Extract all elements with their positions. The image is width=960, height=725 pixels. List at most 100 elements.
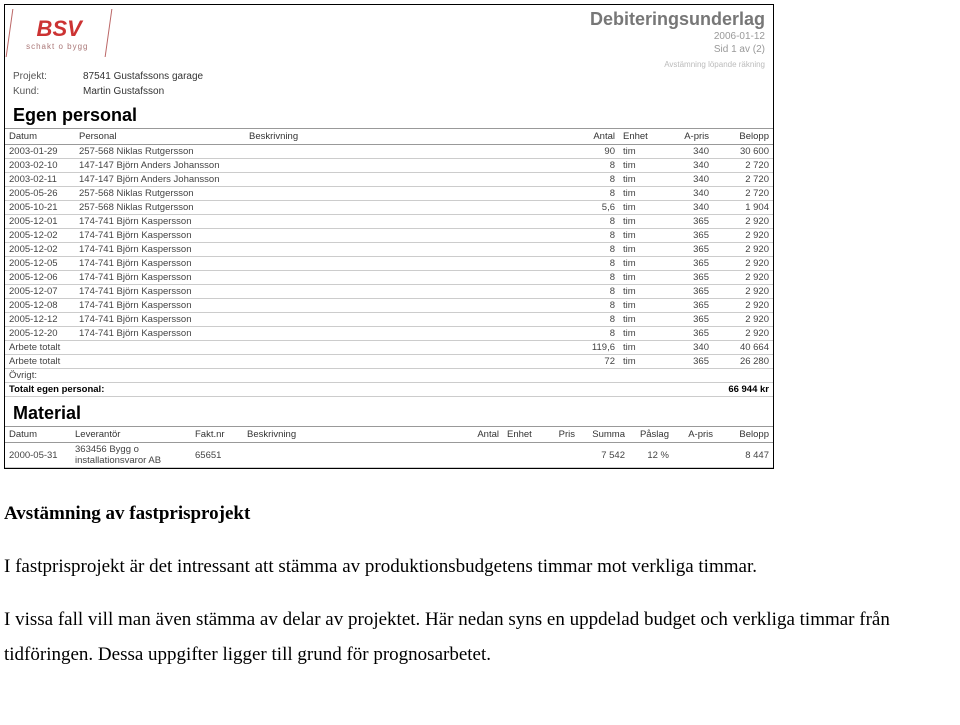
cell-summa: 7 542 xyxy=(579,443,629,468)
cell-enhet: tim xyxy=(619,243,663,257)
cell-apris: 365 xyxy=(663,215,713,229)
material-table: Datum Leverantör Fakt.nr Beskrivning Ant… xyxy=(5,426,773,468)
caption-title: Avstämning av fastprisprojekt xyxy=(4,497,924,531)
table-row: 2005-12-06174-741 Björn Kaspersson8tim36… xyxy=(5,271,773,285)
cell-faktnr: 65651 xyxy=(191,443,243,468)
cell-beskrivning xyxy=(245,299,575,313)
projekt-value: 87541 Gustafssons garage xyxy=(83,71,203,82)
table-row: 2003-01-29257-568 Niklas Rutgersson90tim… xyxy=(5,145,773,159)
subtotal-row: Arbete totalt119,6tim34040 664 xyxy=(5,341,773,355)
caption-p1: I fastprisprojekt är det intressant att … xyxy=(4,550,924,584)
grand-total-label: Totalt egen personal: xyxy=(5,383,713,397)
ovrigt-row: Övrigt: xyxy=(5,369,773,383)
mcol-apris: A-pris xyxy=(673,427,717,443)
cell-personal: 174-741 Björn Kaspersson xyxy=(75,313,245,327)
material-header-row: Datum Leverantör Fakt.nr Beskrivning Ant… xyxy=(5,427,773,443)
cell-belopp: 2 920 xyxy=(713,327,773,341)
personal-header-row: Datum Personal Beskrivning Antal Enhet A… xyxy=(5,129,773,145)
cell-enhet: tim xyxy=(619,257,663,271)
cell-belopp: 2 920 xyxy=(713,285,773,299)
cell-enhet: tim xyxy=(619,313,663,327)
subtotal-antal: 119,6 xyxy=(575,341,619,355)
mcol-beskrivning: Beskrivning xyxy=(243,427,463,443)
cell-belopp: 2 920 xyxy=(713,229,773,243)
mcol-enhet: Enhet xyxy=(503,427,543,443)
cell-apris: 365 xyxy=(663,285,713,299)
cell-beskrivning xyxy=(245,173,575,187)
table-row: 2005-05-26257-568 Niklas Rutgersson8tim3… xyxy=(5,187,773,201)
table-row: 2000-05-31363456 Bygg o installationsvar… xyxy=(5,443,773,468)
cell-apris: 365 xyxy=(663,229,713,243)
cell-belopp: 2 920 xyxy=(713,299,773,313)
table-row: 2005-12-02174-741 Björn Kaspersson8tim36… xyxy=(5,229,773,243)
mcol-leverantor: Leverantör xyxy=(71,427,191,443)
caption-block: Avstämning av fastprisprojekt I fastpris… xyxy=(4,497,924,672)
cell-antal: 8 xyxy=(575,187,619,201)
subtotal-belopp: 40 664 xyxy=(713,341,773,355)
section-personal-title: Egen personal xyxy=(5,99,773,128)
cell-enhet: tim xyxy=(619,271,663,285)
section-material-title: Material xyxy=(5,397,773,426)
grand-total-row: Totalt egen personal: 66 944 kr xyxy=(5,383,773,397)
cell-belopp: 2 720 xyxy=(713,187,773,201)
caption-p2: I vissa fall vill man även stämma av del… xyxy=(4,603,924,671)
cell-personal: 257-568 Niklas Rutgersson xyxy=(75,201,245,215)
cell-beskrivning xyxy=(245,215,575,229)
cell-antal: 8 xyxy=(575,285,619,299)
cell-belopp: 2 920 xyxy=(713,243,773,257)
cell-datum: 2003-01-29 xyxy=(5,145,75,159)
cell-beskrivning xyxy=(245,327,575,341)
cell-belopp: 2 920 xyxy=(713,257,773,271)
cell-belopp: 2 720 xyxy=(713,159,773,173)
meta-projekt: Projekt: 87541 Gustafssons garage xyxy=(5,69,773,84)
mcol-pris: Pris xyxy=(543,427,579,443)
cell-beskrivning xyxy=(245,187,575,201)
cell-belopp: 2 920 xyxy=(713,271,773,285)
ovrigt-label: Övrigt: xyxy=(5,369,773,383)
report-title: Debiteringsunderlag xyxy=(590,9,765,30)
cell-antal: 8 xyxy=(575,159,619,173)
cell-apris: 365 xyxy=(663,327,713,341)
cell-enhet: tim xyxy=(619,159,663,173)
cell-belopp: 1 904 xyxy=(713,201,773,215)
cell-apris: 365 xyxy=(663,257,713,271)
cell-personal: 257-568 Niklas Rutgersson xyxy=(75,187,245,201)
logo-subtext: schakt o bygg xyxy=(26,42,88,51)
cell-beskrivning xyxy=(245,313,575,327)
cell-personal: 174-741 Björn Kaspersson xyxy=(75,299,245,313)
mcol-antal: Antal xyxy=(463,427,503,443)
cell-datum: 2005-12-06 xyxy=(5,271,75,285)
table-row: 2003-02-10147-147 Björn Anders Johansson… xyxy=(5,159,773,173)
report-document: BSV schakt o bygg Debiteringsunderlag 20… xyxy=(4,4,774,469)
subtotal-enhet: tim xyxy=(619,355,663,369)
personal-table: Datum Personal Beskrivning Antal Enhet A… xyxy=(5,128,773,397)
cell-apris: 340 xyxy=(663,201,713,215)
cell-datum: 2005-05-26 xyxy=(5,187,75,201)
cell-belopp: 30 600 xyxy=(713,145,773,159)
cell-antal xyxy=(463,443,503,468)
report-page: Sid 1 av (2) xyxy=(590,43,765,56)
cell-datum: 2005-12-05 xyxy=(5,257,75,271)
cell-antal: 5,6 xyxy=(575,201,619,215)
cell-antal: 8 xyxy=(575,229,619,243)
cell-antal: 8 xyxy=(575,313,619,327)
subtotal-enhet: tim xyxy=(619,341,663,355)
col-beskrivning: Beskrivning xyxy=(245,129,575,145)
cell-antal: 8 xyxy=(575,257,619,271)
cell-paslag: 12 % xyxy=(629,443,673,468)
cell-apris: 365 xyxy=(663,299,713,313)
cell-datum: 2000-05-31 xyxy=(5,443,71,468)
cell-enhet: tim xyxy=(619,173,663,187)
cell-personal: 174-741 Björn Kaspersson xyxy=(75,243,245,257)
cell-pris xyxy=(543,443,579,468)
cell-enhet: tim xyxy=(619,229,663,243)
cell-datum: 2005-10-21 xyxy=(5,201,75,215)
cell-datum: 2005-12-20 xyxy=(5,327,75,341)
cell-apris xyxy=(673,443,717,468)
cell-enhet: tim xyxy=(619,299,663,313)
cell-datum: 2005-12-02 xyxy=(5,229,75,243)
cell-personal: 174-741 Björn Kaspersson xyxy=(75,215,245,229)
table-row: 2003-02-11147-147 Björn Anders Johansson… xyxy=(5,173,773,187)
cell-beskrivning xyxy=(245,285,575,299)
cell-personal: 174-741 Björn Kaspersson xyxy=(75,257,245,271)
